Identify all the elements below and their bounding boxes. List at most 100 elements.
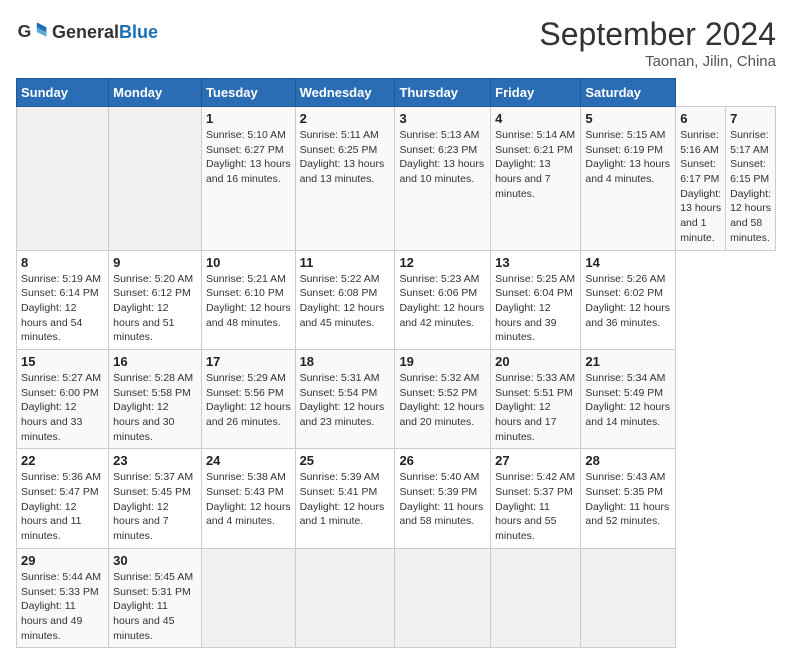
- day-number: 14: [585, 255, 671, 270]
- day-info: Sunrise: 5:16 AMSunset: 6:17 PMDaylight:…: [680, 128, 721, 246]
- calendar-cell: 7 Sunrise: 5:17 AMSunset: 6:15 PMDaylight…: [726, 107, 776, 251]
- day-info: Sunrise: 5:19 AMSunset: 6:14 PMDaylight:…: [21, 272, 104, 345]
- calendar-cell: 13 Sunrise: 5:25 AMSunset: 6:04 PMDayligh…: [491, 250, 581, 349]
- calendar-cell: 25Sunrise: 5:39 AMSunset: 5:41 PMDayligh…: [295, 449, 395, 548]
- calendar-cell: 8Sunrise: 5:19 AMSunset: 6:14 PMDaylight…: [17, 250, 109, 349]
- month-title: September 2024: [539, 16, 776, 53]
- day-number: 21: [585, 354, 671, 369]
- calendar-cell: 10Sunrise: 5:21 AMSunset: 6:10 PMDayligh…: [201, 250, 295, 349]
- calendar-header: SundayMondayTuesdayWednesdayThursdayFrid…: [17, 79, 776, 107]
- calendar-cell: [491, 548, 581, 647]
- calendar-cell: 15 Sunrise: 5:27 AMSunset: 6:00 PMDayligh…: [17, 349, 109, 448]
- calendar-cell: 21Sunrise: 5:34 AMSunset: 5:49 PMDayligh…: [581, 349, 676, 448]
- day-number: 1: [206, 111, 291, 126]
- day-info: Sunrise: 5:36 AMSunset: 5:47 PMDaylight:…: [21, 470, 104, 543]
- calendar-cell: 26 Sunrise: 5:40 AMSunset: 5:39 PMDayligh…: [395, 449, 491, 548]
- day-number: 16: [113, 354, 197, 369]
- calendar-cell: 27 Sunrise: 5:42 AMSunset: 5:37 PMDayligh…: [491, 449, 581, 548]
- day-number: 2: [300, 111, 391, 126]
- day-info: Sunrise: 5:43 AMSunset: 5:35 PMDaylight:…: [585, 470, 671, 529]
- calendar-cell: 11 Sunrise: 5:22 AMSunset: 6:08 PMDayligh…: [295, 250, 395, 349]
- day-number: 4: [495, 111, 576, 126]
- weekday-header: Thursday: [395, 79, 491, 107]
- day-info: Sunrise: 5:11 AMSunset: 6:25 PMDaylight:…: [300, 128, 391, 187]
- day-info: Sunrise: 5:26 AMSunset: 6:02 PMDaylight:…: [585, 272, 671, 331]
- calendar-cell: 1Sunrise: 5:10 AMSunset: 6:27 PMDaylight…: [201, 107, 295, 251]
- day-number: 24: [206, 453, 291, 468]
- calendar-cell: 24Sunrise: 5:38 AMSunset: 5:43 PMDayligh…: [201, 449, 295, 548]
- weekday-header: Monday: [109, 79, 202, 107]
- logo: G GeneralBlue: [16, 16, 158, 48]
- day-info: Sunrise: 5:31 AMSunset: 5:54 PMDaylight:…: [300, 371, 391, 430]
- day-info: Sunrise: 5:45 AMSunset: 5:31 PMDaylight:…: [113, 570, 197, 643]
- calendar-cell: 9 Sunrise: 5:20 AMSunset: 6:12 PMDaylight…: [109, 250, 202, 349]
- day-number: 6: [680, 111, 721, 126]
- location-title: Taonan, Jilin, China: [539, 53, 776, 70]
- day-info: Sunrise: 5:27 AMSunset: 6:00 PMDaylight:…: [21, 371, 104, 444]
- day-info: Sunrise: 5:44 AMSunset: 5:33 PMDaylight:…: [21, 570, 104, 643]
- calendar-cell: 3Sunrise: 5:13 AMSunset: 6:23 PMDaylight…: [395, 107, 491, 251]
- day-number: 25: [300, 453, 391, 468]
- day-number: 28: [585, 453, 671, 468]
- logo-icon: G: [16, 16, 48, 48]
- day-number: 22: [21, 453, 104, 468]
- calendar-cell: 17 Sunrise: 5:29 AMSunset: 5:56 PMDayligh…: [201, 349, 295, 448]
- day-info: Sunrise: 5:37 AMSunset: 5:45 PMDaylight:…: [113, 470, 197, 543]
- weekday-header: Sunday: [17, 79, 109, 107]
- empty-cell: [17, 107, 109, 251]
- day-number: 26: [399, 453, 486, 468]
- calendar-cell: 20Sunrise: 5:33 AMSunset: 5:51 PMDayligh…: [491, 349, 581, 448]
- day-info: Sunrise: 5:29 AMSunset: 5:56 PMDaylight:…: [206, 371, 291, 430]
- day-info: Sunrise: 5:40 AMSunset: 5:39 PMDaylight:…: [399, 470, 486, 529]
- day-info: Sunrise: 5:13 AMSunset: 6:23 PMDaylight:…: [399, 128, 486, 187]
- day-number: 18: [300, 354, 391, 369]
- day-info: Sunrise: 5:23 AMSunset: 6:06 PMDaylight:…: [399, 272, 486, 331]
- day-number: 7: [730, 111, 771, 126]
- day-info: Sunrise: 5:21 AMSunset: 6:10 PMDaylight:…: [206, 272, 291, 331]
- title-area: September 2024 Taonan, Jilin, China: [539, 16, 776, 70]
- day-number: 29: [21, 553, 104, 568]
- day-info: Sunrise: 5:20 AMSunset: 6:12 PMDaylight:…: [113, 272, 197, 345]
- day-number: 15: [21, 354, 104, 369]
- day-number: 23: [113, 453, 197, 468]
- day-number: 12: [399, 255, 486, 270]
- day-number: 19: [399, 354, 486, 369]
- weekday-header: Friday: [491, 79, 581, 107]
- day-info: Sunrise: 5:17 AMSunset: 6:15 PMDaylight:…: [730, 128, 771, 246]
- calendar-cell: 16Sunrise: 5:28 AMSunset: 5:58 PMDayligh…: [109, 349, 202, 448]
- day-number: 17: [206, 354, 291, 369]
- weekday-header: Wednesday: [295, 79, 395, 107]
- logo-general: General: [52, 22, 119, 42]
- calendar-cell: 18 Sunrise: 5:31 AMSunset: 5:54 PMDayligh…: [295, 349, 395, 448]
- day-info: Sunrise: 5:14 AMSunset: 6:21 PMDaylight:…: [495, 128, 576, 201]
- day-number: 27: [495, 453, 576, 468]
- day-info: Sunrise: 5:25 AMSunset: 6:04 PMDaylight:…: [495, 272, 576, 345]
- calendar-body: 1Sunrise: 5:10 AMSunset: 6:27 PMDaylight…: [17, 107, 776, 648]
- calendar-cell: 2 Sunrise: 5:11 AMSunset: 6:25 PMDaylight…: [295, 107, 395, 251]
- day-number: 13: [495, 255, 576, 270]
- day-info: Sunrise: 5:42 AMSunset: 5:37 PMDaylight:…: [495, 470, 576, 543]
- calendar-cell: 28 Sunrise: 5:43 AMSunset: 5:35 PMDayligh…: [581, 449, 676, 548]
- svg-text:G: G: [18, 21, 32, 41]
- page-header: G GeneralBlue September 2024 Taonan, Jil…: [16, 16, 776, 70]
- calendar-cell: [581, 548, 676, 647]
- day-number: 5: [585, 111, 671, 126]
- calendar-cell: 12 Sunrise: 5:23 AMSunset: 6:06 PMDayligh…: [395, 250, 491, 349]
- calendar-cell: [201, 548, 295, 647]
- day-info: Sunrise: 5:22 AMSunset: 6:08 PMDaylight:…: [300, 272, 391, 331]
- day-number: 30: [113, 553, 197, 568]
- calendar-cell: 6 Sunrise: 5:16 AMSunset: 6:17 PMDaylight…: [676, 107, 726, 251]
- logo-text: GeneralBlue: [52, 22, 158, 43]
- calendar-cell: 29 Sunrise: 5:44 AMSunset: 5:33 PMDayligh…: [17, 548, 109, 647]
- weekday-header: Tuesday: [201, 79, 295, 107]
- calendar-cell: 19Sunrise: 5:32 AMSunset: 5:52 PMDayligh…: [395, 349, 491, 448]
- day-number: 20: [495, 354, 576, 369]
- calendar-cell: 30 Sunrise: 5:45 AMSunset: 5:31 PMDayligh…: [109, 548, 202, 647]
- day-number: 11: [300, 255, 391, 270]
- calendar-cell: [295, 548, 395, 647]
- calendar-cell: [395, 548, 491, 647]
- calendar-cell: 5Sunrise: 5:15 AMSunset: 6:19 PMDaylight…: [581, 107, 676, 251]
- weekday-header: Saturday: [581, 79, 676, 107]
- day-number: 9: [113, 255, 197, 270]
- calendar-cell: 4 Sunrise: 5:14 AMSunset: 6:21 PMDaylight…: [491, 107, 581, 251]
